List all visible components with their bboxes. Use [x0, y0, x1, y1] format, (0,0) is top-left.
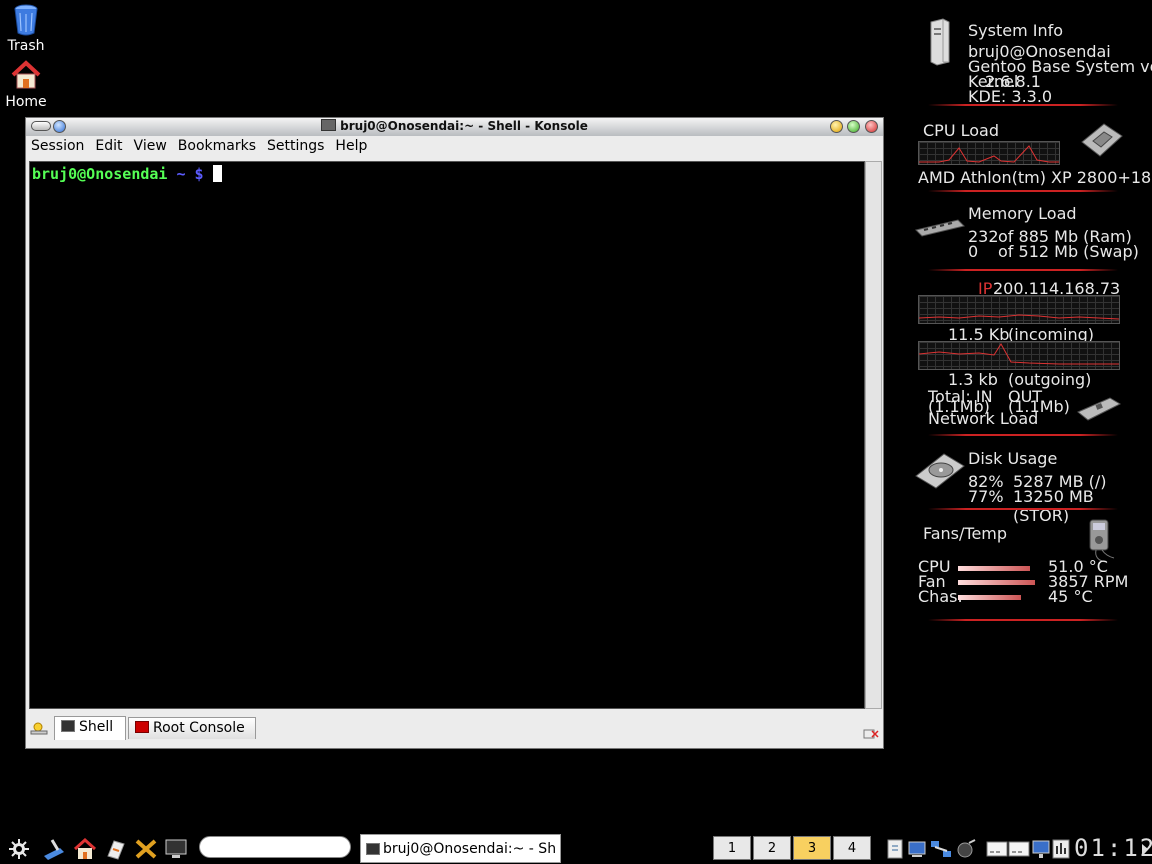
cpu-info: AMD Athlon(tm) XP 2800+18% [918, 168, 1152, 187]
tray-window-a-icon[interactable] [985, 838, 1009, 860]
terminal-icon [321, 119, 337, 131]
cpu-load-value: 18% [1130, 168, 1152, 187]
home-desktop-icon[interactable]: Home [0, 60, 52, 110]
close-button[interactable] [865, 120, 878, 133]
shell-tab-icon [61, 720, 75, 732]
terminal-scrollbar[interactable] [865, 161, 882, 709]
minimize-button[interactable] [830, 120, 843, 133]
fan-row-chassis-value: 45 °C [1048, 587, 1093, 606]
tab-shell[interactable]: Shell [54, 716, 126, 740]
clock[interactable]: 01:12 [1074, 834, 1152, 862]
sysinfo-title: System Info [968, 21, 1064, 40]
hard-disk-icon [914, 450, 966, 490]
menu-settings[interactable]: Settings [262, 136, 330, 154]
k-menu-icon[interactable] [7, 838, 31, 860]
cpu-temp-bar [958, 566, 1030, 571]
desktop-1[interactable]: 1 [713, 836, 751, 860]
tab-root-console[interactable]: Root Console [128, 717, 256, 739]
menu-session[interactable]: Session [26, 136, 90, 154]
show-desktop-icon[interactable] [42, 838, 66, 860]
terminal-area[interactable]: bruj0@Onosendai ~ $ [29, 161, 865, 709]
konsole-launcher-icon[interactable] [164, 838, 188, 860]
trash-label: Trash [7, 38, 45, 54]
prompt-path: ~ $ [176, 165, 204, 183]
tray-window-b-icon[interactable] [1007, 838, 1031, 860]
cpu-title: CPU Load [923, 121, 999, 140]
chassis-temp-bar [958, 595, 1021, 600]
klipper-icon[interactable] [884, 838, 908, 860]
outgoing-graph [918, 341, 1120, 370]
new-session-icon[interactable] [30, 720, 48, 736]
divider [928, 508, 1118, 510]
fan-row-chassis-label: Chas. [918, 587, 963, 606]
network-card-icon [1076, 396, 1122, 424]
web-browser-icon[interactable] [104, 838, 128, 860]
panel-expand-arrow-icon[interactable] [1142, 844, 1148, 854]
home-icon [11, 60, 41, 92]
window-titlebar[interactable]: bruj0@Onosendai:~ - Shell - Konsole [26, 118, 883, 137]
window-title: bruj0@Onosendai:~ - Shell - Konsole [26, 119, 883, 133]
swap-text: of 512 Mb (Swap) [998, 242, 1139, 261]
prompt-line: bruj0@Onosendai ~ $ [32, 165, 222, 183]
divider [928, 269, 1118, 271]
divider [928, 190, 1118, 192]
taskbar-task-konsole[interactable]: bruj0@Onosendai:~ - Sh [360, 834, 561, 863]
memory-title: Memory Load [968, 204, 1077, 223]
tools-icon[interactable] [134, 838, 158, 860]
prompt-user: bruj0@Onosendai [32, 165, 168, 183]
network-title: Network Load [928, 409, 1039, 428]
disk-stor-percent: 77% [968, 487, 1004, 506]
task-title: bruj0@Onosendai:~ - Sh [383, 841, 557, 857]
disk-stor-size: 13250 MB (STOR) [1013, 487, 1094, 525]
divider [928, 434, 1118, 436]
menu-help[interactable]: Help [330, 136, 373, 154]
task-terminal-icon [366, 843, 380, 855]
trash-icon [11, 4, 41, 36]
home-label: Home [5, 94, 47, 110]
menu-view[interactable]: View [129, 136, 173, 154]
menu-bookmarks[interactable]: Bookmarks [173, 136, 262, 154]
network-monitor-icon[interactable] [906, 838, 930, 860]
ram-module-icon [914, 218, 966, 238]
root-console-tab-icon [135, 721, 149, 733]
tray-meter-icon[interactable] [1050, 838, 1074, 860]
maximize-button[interactable] [847, 120, 860, 133]
home-folder-icon[interactable] [73, 837, 97, 860]
cpu-model: AMD Athlon(tm) XP 2800+ [918, 168, 1131, 187]
swap-used: 0 [968, 242, 979, 261]
desktop-2[interactable]: 2 [753, 836, 791, 860]
fan-speed-bar [958, 580, 1035, 585]
menu-bar: Session Edit View Bookmarks Settings Help [26, 136, 883, 158]
incoming-graph [918, 295, 1120, 324]
server-icon [928, 18, 952, 66]
trash-desktop-icon[interactable]: Trash [0, 4, 52, 54]
divider [928, 619, 1118, 621]
cpu-load-graph [918, 141, 1060, 165]
search-input[interactable] [199, 836, 351, 858]
cursor [212, 165, 222, 182]
divider [928, 104, 1118, 106]
speaker-icon[interactable] [954, 838, 978, 860]
session-tab-bar: Shell Root Console [26, 712, 883, 748]
desktop-4[interactable]: 4 [833, 836, 871, 860]
network-connections-icon[interactable] [929, 838, 953, 860]
close-session-icon[interactable] [863, 724, 879, 739]
menu-edit[interactable]: Edit [90, 136, 128, 154]
fans-title: Fans/Temp [923, 524, 1008, 543]
taskbar: bruj0@Onosendai:~ - Sh 1 2 3 4 01:12 [0, 834, 1152, 864]
konsole-window[interactable]: bruj0@Onosendai:~ - Shell - Konsole Sess… [25, 117, 884, 749]
disk-title: Disk Usage [968, 449, 1058, 468]
cpu-chip-icon [1078, 120, 1124, 160]
desktop-3[interactable]: 3 [793, 836, 831, 860]
